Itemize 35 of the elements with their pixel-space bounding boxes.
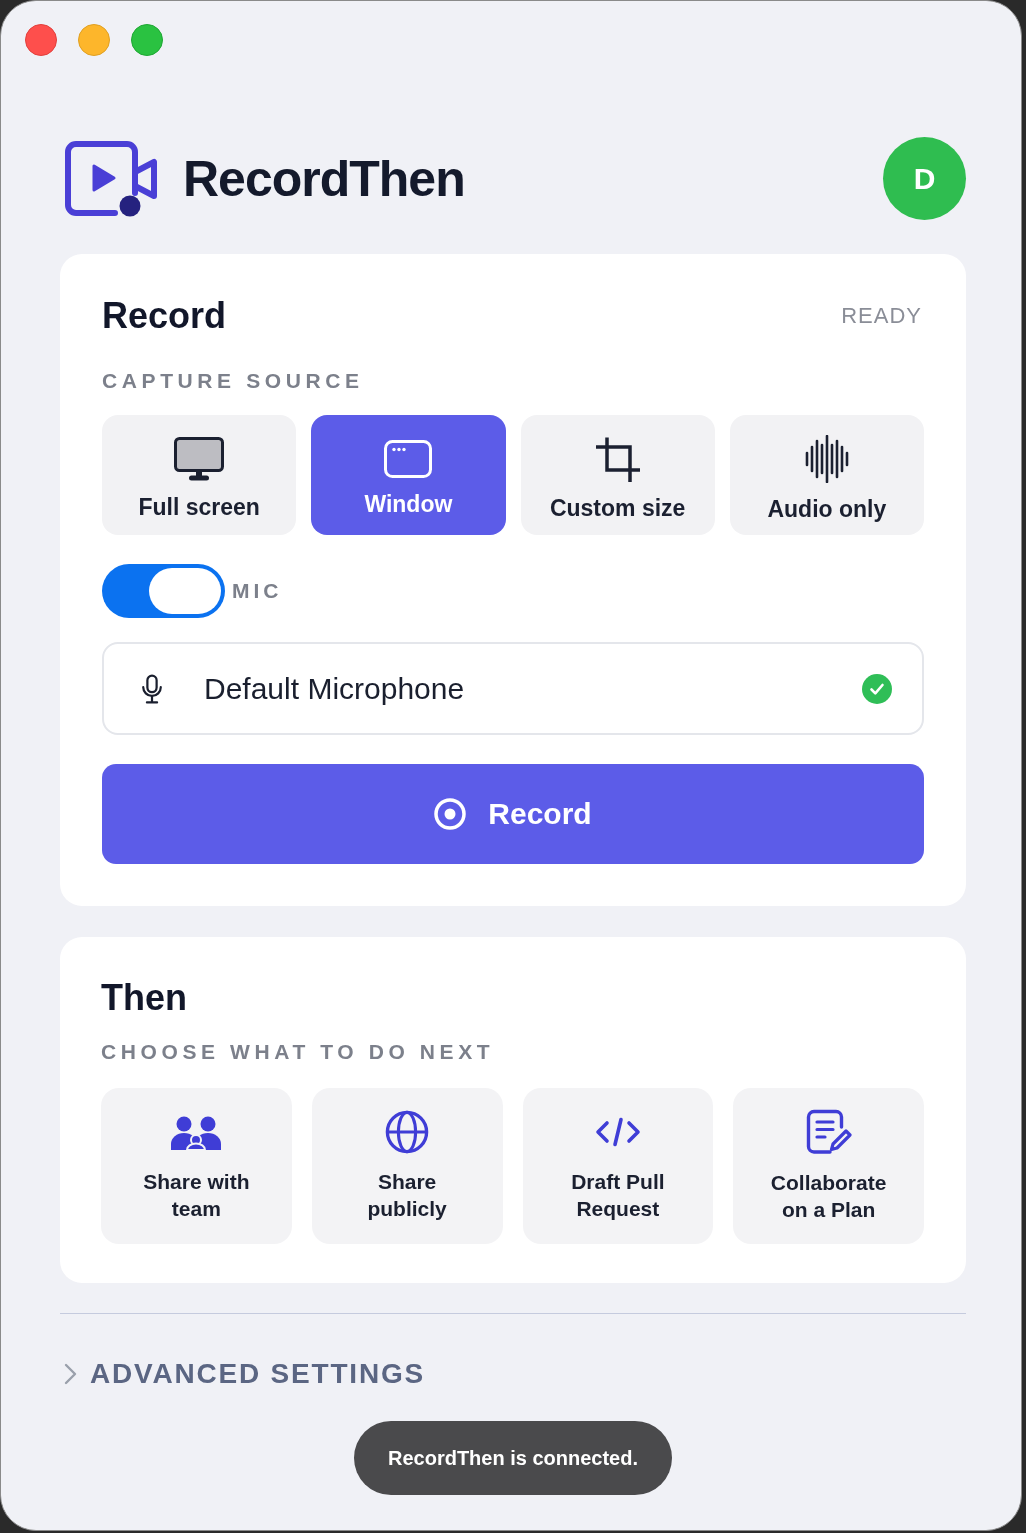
- mic-label: MIC: [232, 578, 283, 604]
- monitor-icon: [174, 437, 225, 481]
- close-button[interactable]: [25, 24, 57, 56]
- app-name: RecordThen: [183, 149, 465, 209]
- mic-toggle[interactable]: [102, 564, 225, 618]
- section-title: Then: [101, 976, 187, 1020]
- globe-icon: [385, 1110, 430, 1154]
- waveform-icon: [804, 435, 849, 483]
- capture-source-option[interactable]: Full screen: [102, 415, 297, 535]
- capture-source-label: CAPTURE SOURCE: [102, 368, 364, 394]
- crop-icon: [595, 436, 640, 482]
- window-icon: [384, 440, 433, 478]
- action-tile[interactable]: Share with team: [101, 1088, 292, 1244]
- action-tile[interactable]: Draft Pull Request: [522, 1088, 714, 1244]
- microphone-icon: [140, 673, 164, 704]
- status-label: READY: [841, 303, 922, 329]
- action-tile[interactable]: Share publicly: [311, 1088, 503, 1244]
- next-step-label: CHOOSE WHAT TO DO NEXT: [101, 1039, 495, 1065]
- toast-message: RecordThen is connected.: [353, 1421, 673, 1495]
- section-title: Record: [102, 294, 227, 338]
- code-icon: [594, 1117, 641, 1147]
- record-button[interactable]: Record: [102, 764, 924, 864]
- record-icon: [434, 798, 467, 830]
- document-pencil-icon: [805, 1109, 852, 1155]
- people-icon: [170, 1116, 223, 1150]
- video-camera-logo-icon: [65, 140, 159, 217]
- zoom-button[interactable]: [131, 24, 163, 56]
- action-tile[interactable]: Collaborate on a Plan: [733, 1088, 924, 1244]
- capture-source-option[interactable]: Custom size: [520, 415, 715, 535]
- advanced-settings-toggle[interactable]: ADVANCED SETTINGS: [60, 1357, 425, 1391]
- chevron-icon: [64, 1363, 77, 1385]
- capture-source-option[interactable]: Audio only: [729, 415, 924, 535]
- capture-source-option[interactable]: Window: [311, 415, 506, 535]
- minimize-button[interactable]: [78, 24, 110, 56]
- microphone-select[interactable]: Default Microphone: [102, 642, 924, 735]
